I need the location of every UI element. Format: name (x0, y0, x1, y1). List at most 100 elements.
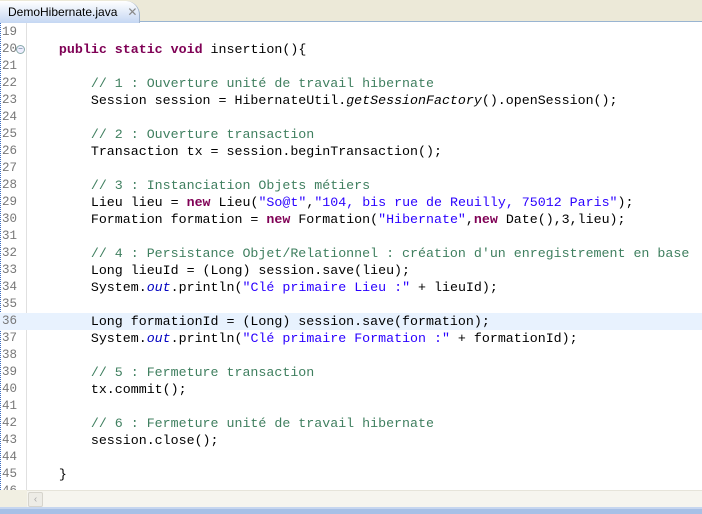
fold-collapse-icon[interactable]: − (16, 45, 25, 54)
line-number: 45 (2, 467, 18, 481)
code-line[interactable]: 27 (0, 160, 702, 177)
code-line[interactable]: 21 (0, 58, 702, 75)
static-field: out (146, 331, 171, 346)
code-line[interactable]: 19 (0, 24, 702, 41)
code-text: Long formationId = (Long) session.save(f… (27, 313, 490, 330)
code-line[interactable]: 39 // 5 : Fermeture transaction (0, 364, 702, 381)
code-text: System.out.println("Clé primaire Lieu :"… (27, 279, 498, 296)
code-line[interactable]: 32 // 4 : Persistance Objet/Relationnel … (0, 245, 702, 262)
code-text: // 5 : Fermeture transaction (27, 364, 314, 381)
code-editor[interactable]: 19 20− public static void insertion(){21 2… (0, 23, 702, 490)
code-text: Transaction tx = session.beginTransactio… (27, 143, 442, 160)
close-icon[interactable]: ✕ (127, 5, 137, 19)
scroll-left-button[interactable]: ‹ (28, 492, 43, 507)
comment: // 2 : Ouverture transaction (90, 127, 315, 142)
string-literal: "104, bis rue de Reuilly, 75012 Paris" (314, 195, 618, 210)
line-number: 38 (2, 348, 18, 362)
code-line[interactable]: 46 (0, 483, 702, 490)
scroll-corner (0, 490, 27, 507)
code-token: Date(),3,lieu); (497, 212, 626, 227)
line-number: 37 (2, 331, 18, 345)
code-token: Lieu( (210, 195, 259, 210)
static-field: out (146, 280, 171, 295)
line-number: 19 (2, 25, 18, 39)
string-literal: "Clé primaire Formation :" (242, 331, 450, 346)
line-number: 27 (2, 161, 18, 175)
code-token: .println( (170, 280, 243, 295)
code-line[interactable]: 33 Long lieuId = (Long) session.save(lie… (0, 262, 702, 279)
code-token: + lieuId); (410, 280, 498, 295)
line-number: 39 (2, 365, 18, 379)
comment: // 1 : Ouverture unité de travail hibern… (90, 76, 434, 91)
tab-demohibernate-java[interactable]: DemoHibernate.java ✕ (0, 1, 140, 23)
code-line[interactable]: 22 // 1 : Ouverture unité de travail hib… (0, 75, 702, 92)
code-line[interactable]: 26 Transaction tx = session.beginTransac… (0, 143, 702, 160)
code-token: Lieu lieu = (27, 195, 187, 210)
line-number: 35 (2, 297, 18, 311)
code-line[interactable]: 43 session.close(); (0, 432, 702, 449)
line-number: 21 (2, 59, 18, 73)
code-text: Session session = HibernateUtil.getSessi… (27, 92, 618, 109)
code-text: // 2 : Ouverture transaction (27, 126, 314, 143)
code-token: System. (27, 331, 147, 346)
keyword: new (266, 212, 291, 227)
code-line[interactable]: 42 // 6 : Fermeture unité de travail hib… (0, 415, 702, 432)
code-token: ().openSession(); (481, 93, 618, 108)
code-token: System. (27, 280, 147, 295)
code-line[interactable]: 37 System.out.println("Clé primaire Form… (0, 330, 702, 347)
code-line[interactable]: 24 (0, 109, 702, 126)
code-token: + formationId); (449, 331, 578, 346)
code-line[interactable]: 34 System.out.println("Clé primaire Lieu… (0, 279, 702, 296)
code-token: Formation formation = (27, 212, 267, 227)
code-line[interactable]: 23 Session session = HibernateUtil.getSe… (0, 92, 702, 109)
code-line[interactable]: 31 (0, 228, 702, 245)
line-number: 23 (2, 93, 18, 107)
code-line[interactable]: 38 (0, 347, 702, 364)
code-line[interactable]: 25 // 2 : Ouverture transaction (0, 126, 702, 143)
code-line[interactable]: 41 (0, 398, 702, 415)
line-number: 41 (2, 399, 18, 413)
code-text: // 6 : Fermeture unité de travail hibern… (27, 415, 434, 432)
code-text: Formation formation = new Formation("Hib… (27, 211, 626, 228)
line-number: 33 (2, 263, 18, 277)
line-number: 40 (2, 382, 18, 396)
line-number: 25 (2, 127, 18, 141)
comment: // 3 : Instanciation Objets métiers (90, 178, 371, 193)
code-text: // 4 : Persistance Objet/Relationnel : c… (27, 245, 689, 262)
code-text: // 1 : Ouverture unité de travail hibern… (27, 75, 434, 92)
code-line[interactable]: 45 } (0, 466, 702, 483)
line-number: 24 (2, 110, 18, 124)
horizontal-scrollbar[interactable]: ‹ (27, 490, 702, 507)
code-line[interactable]: 30 Formation formation = new Formation("… (0, 211, 702, 228)
line-number: 43 (2, 433, 18, 447)
code-line[interactable]: 40 tx.commit(); (0, 381, 702, 398)
code-token: Long lieuId = (Long) session.save(lieu); (27, 263, 411, 278)
code-token: Formation( (290, 212, 379, 227)
code-line[interactable]: 28 // 3 : Instanciation Objets métiers (0, 177, 702, 194)
code-line[interactable]: 29 Lieu lieu = new Lieu("So@t","104, bis… (0, 194, 702, 211)
string-literal: "So@t" (258, 195, 307, 210)
code-text: } (27, 466, 67, 483)
line-number: 28 (2, 178, 18, 192)
code-line[interactable]: 44 (0, 449, 702, 466)
line-number: 46 (2, 483, 26, 490)
code-token: session.close(); (27, 433, 219, 448)
code-token: insertion(){ (202, 42, 307, 57)
code-line[interactable]: 20− public static void insertion(){ (0, 41, 702, 58)
line-number: 26 (2, 144, 18, 158)
code-text: public static void insertion(){ (27, 41, 306, 58)
code-token: } (27, 467, 67, 482)
code-line[interactable]: 36 Long formationId = (Long) session.sav… (0, 313, 702, 330)
code-text: Lieu lieu = new Lieu("So@t","104, bis ru… (27, 194, 634, 211)
line-number: 31 (2, 229, 18, 243)
line-number: 30 (2, 212, 18, 226)
keyword: public static void (58, 42, 203, 57)
code-token: Transaction tx = session.beginTransactio… (27, 144, 442, 159)
code-line[interactable]: 35 (0, 296, 702, 313)
code-text: tx.commit(); (27, 381, 187, 398)
